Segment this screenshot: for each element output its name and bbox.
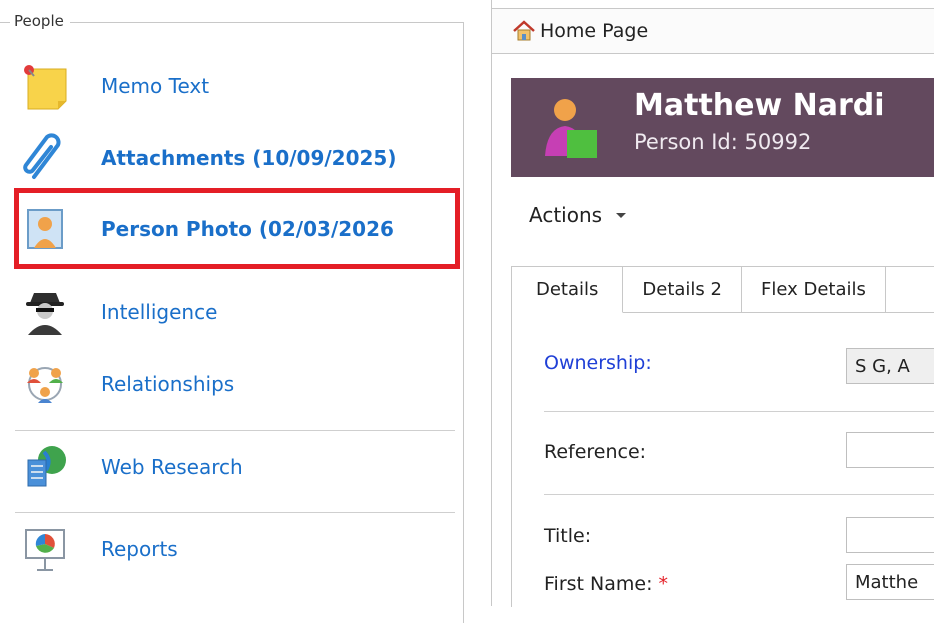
- menu-item-memo-text[interactable]: Memo Text: [20, 56, 460, 116]
- menu-item-label: Relationships: [101, 372, 235, 396]
- first-name-field[interactable]: Matthe: [846, 564, 934, 600]
- paperclip-icon: [20, 133, 78, 183]
- separator: [15, 512, 455, 513]
- home-page-link[interactable]: Home Page: [540, 20, 648, 42]
- separator: [15, 430, 455, 431]
- ownership-field[interactable]: S G, A: [846, 348, 934, 384]
- person-panel: Home Page Matthew Nardi Person Id: 50992…: [491, 0, 934, 607]
- separator: [544, 494, 934, 495]
- first-name-label: First Name: *: [544, 573, 668, 595]
- person-avatar-icon: [543, 94, 599, 160]
- person-id: Person Id: 50992: [634, 130, 812, 154]
- title-label: Title:: [544, 525, 592, 547]
- person-name: Matthew Nardi: [634, 88, 885, 123]
- people-legend: People: [0, 12, 70, 30]
- menu-item-label: Attachments (10/09/2025): [101, 146, 397, 170]
- menu-item-web-research[interactable]: Web Research: [20, 437, 460, 497]
- first-name-label-text: First Name:: [544, 573, 653, 595]
- actions-dropdown[interactable]: Actions: [529, 203, 627, 227]
- menu-item-intelligence[interactable]: Intelligence: [20, 282, 460, 342]
- tab-details[interactable]: Details: [512, 267, 624, 313]
- person-header: Matthew Nardi Person Id: 50992: [511, 78, 934, 177]
- required-marker: *: [658, 573, 669, 595]
- tab-flex-details[interactable]: Flex Details: [741, 267, 886, 313]
- tab-strip: Details Details 2 Flex Details: [512, 267, 886, 313]
- people-network-icon: [20, 359, 78, 409]
- globe-document-icon: [20, 442, 78, 492]
- presentation-chart-icon: [20, 524, 78, 574]
- chevron-down-icon: [616, 212, 627, 218]
- separator: [544, 411, 934, 412]
- menu-item-reports[interactable]: Reports: [20, 519, 460, 579]
- menu-item-label: Reports: [101, 537, 178, 561]
- reference-label: Reference:: [544, 441, 647, 463]
- person-photo-icon: [20, 204, 78, 254]
- ownership-label[interactable]: Ownership:: [544, 352, 652, 374]
- spy-icon: [20, 287, 78, 337]
- menu-item-attachments[interactable]: Attachments (10/09/2025): [20, 128, 460, 188]
- title-field[interactable]: [846, 517, 934, 553]
- breadcrumb: Home Page: [492, 8, 934, 54]
- sticky-note-icon: [20, 61, 78, 111]
- reference-field[interactable]: [846, 432, 934, 468]
- home-icon[interactable]: [512, 19, 536, 43]
- menu-item-person-photo[interactable]: Person Photo (02/03/2026: [20, 199, 460, 259]
- menu-item-label: Intelligence: [101, 300, 218, 324]
- tab-details-2[interactable]: Details 2: [623, 267, 742, 313]
- menu-item-label: Memo Text: [101, 74, 210, 98]
- menu-item-label: Web Research: [101, 455, 243, 479]
- menu-item-relationships[interactable]: Relationships: [20, 354, 460, 414]
- details-tabs: Details Details 2 Flex Details Ownership…: [511, 266, 934, 607]
- menu-item-label: Person Photo (02/03/2026: [101, 217, 394, 241]
- actions-label: Actions: [529, 203, 603, 227]
